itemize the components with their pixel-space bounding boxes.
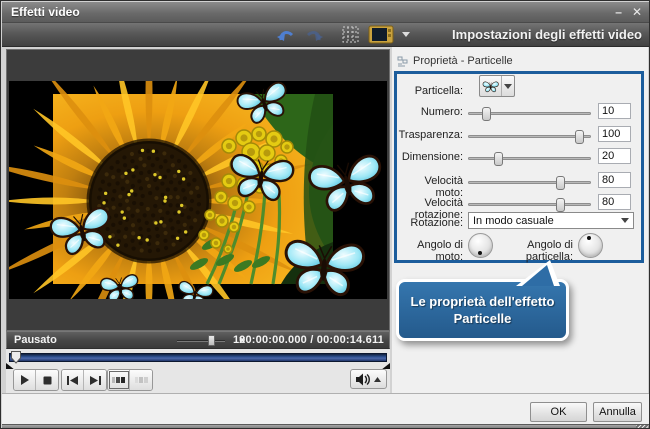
angolo-particella-dial[interactable]	[578, 233, 603, 258]
resize-grip-icon[interactable]	[636, 425, 648, 429]
dimensione-label: Dimensione:	[397, 151, 463, 163]
grid-button[interactable]	[338, 25, 362, 45]
effect-properties-box: Particella: Numero: Trasparenza:	[394, 71, 644, 263]
butterfly-particle	[483, 82, 498, 92]
volume-up-arrow-icon	[374, 377, 381, 382]
monitor-dropdown-button[interactable]	[400, 25, 412, 45]
window-title: Effetti video	[2, 5, 80, 19]
callout-text-line1: Le proprietà dell'effetto	[411, 293, 555, 310]
panel-title: Proprietà - Particelle	[413, 55, 513, 67]
seek-strip	[6, 349, 390, 369]
particle-dropdown[interactable]	[479, 75, 515, 97]
chevron-down-icon	[504, 84, 512, 89]
callout-text-line2: Particelle	[454, 310, 512, 327]
butterfly-icon	[480, 76, 501, 96]
time-display: 00:00:00.000 / 00:00:14.611	[239, 334, 384, 346]
trasparenza-slider-thumb[interactable]	[575, 130, 584, 144]
cancel-button[interactable]: Annulla	[593, 402, 642, 422]
previous-frame-button[interactable]	[62, 370, 84, 390]
play-button[interactable]	[14, 370, 36, 390]
next-frame-button[interactable]	[84, 370, 106, 390]
filmstrip-button-2-disabled[interactable]	[130, 370, 152, 390]
volume-button[interactable]	[350, 369, 387, 389]
numero-label: Numero:	[397, 106, 463, 118]
undo-button[interactable]	[274, 25, 298, 45]
speaker-icon	[356, 373, 371, 386]
effects-dialog-window: Effetti video – ✕	[0, 0, 650, 429]
monitor-icon	[368, 25, 394, 45]
velocita-rotazione-slider-thumb[interactable]	[556, 198, 565, 212]
filmstrip-button-1[interactable]	[108, 370, 130, 390]
filmstrip-icon	[112, 376, 125, 384]
undo-icon	[277, 27, 295, 43]
dimensione-value-input[interactable]	[598, 148, 631, 164]
callout-bubble: Le proprietà dell'effetto Particelle	[396, 279, 569, 341]
toolbar: Impostazioni degli effetti video	[2, 23, 650, 47]
transport-controls	[6, 369, 390, 393]
stop-icon	[43, 376, 52, 385]
trasparenza-label: Trasparenza:	[397, 129, 463, 141]
particle-dropdown-arrow[interactable]	[501, 76, 514, 96]
callout-tail	[514, 258, 562, 287]
filmstrip-icon-disabled	[135, 376, 148, 384]
redo-button[interactable]	[302, 25, 326, 45]
toolbar-heading: Impostazioni degli effetti video	[452, 27, 642, 42]
speed-slider-thumb[interactable]	[208, 335, 215, 346]
velocita-rotazione-value-input[interactable]	[598, 194, 631, 210]
numero-slider-thumb[interactable]	[482, 107, 491, 121]
numero-value-input[interactable]	[598, 103, 631, 119]
chevron-down-icon	[621, 218, 629, 223]
playback-status-bar: Pausato 1x 00:00:00.000 / 00:00:14.611	[6, 331, 390, 349]
velocita-moto-value-input[interactable]	[598, 172, 631, 188]
rotazione-selected-value: In modo casuale	[473, 215, 554, 227]
close-button[interactable]: ✕	[632, 2, 642, 23]
ok-button[interactable]: OK	[530, 402, 587, 422]
seek-bar[interactable]	[9, 353, 387, 362]
properties-panel: Proprietà - Particelle Particella: Numer…	[392, 47, 648, 394]
redo-icon	[305, 27, 323, 43]
speed-slider[interactable]	[177, 332, 225, 348]
footer: OK Annulla	[2, 394, 650, 424]
dimensione-slider[interactable]	[468, 157, 591, 160]
rotazione-dropdown[interactable]: In modo casuale	[468, 212, 634, 229]
grid-icon	[342, 26, 359, 43]
angolo-moto-label: Angolo di moto:	[397, 239, 463, 263]
monitor-button[interactable]	[366, 25, 396, 45]
rotazione-label: Rotazione:	[397, 217, 463, 229]
dial-indicator-dot	[478, 251, 482, 255]
play-icon	[20, 375, 30, 385]
chevron-down-icon	[402, 32, 410, 37]
skip-back-icon	[67, 376, 78, 385]
minimize-button[interactable]: –	[615, 2, 622, 23]
video-preview-panel	[6, 49, 390, 331]
dimensione-slider-thumb[interactable]	[494, 152, 503, 166]
title-bar[interactable]: Effetti video – ✕	[2, 2, 650, 23]
velocita-moto-slider-thumb[interactable]	[556, 176, 565, 190]
skip-forward-icon	[90, 376, 101, 385]
playback-status: Pausato	[7, 334, 57, 346]
velocita-moto-slider[interactable]	[468, 181, 591, 184]
trasparenza-value-input[interactable]	[598, 126, 631, 142]
video-content-sunflower-butterflies	[9, 81, 387, 299]
dial-indicator-dot	[587, 236, 591, 240]
particle-label: Particella:	[397, 85, 463, 97]
stop-button[interactable]	[36, 370, 58, 390]
trasparenza-slider[interactable]	[468, 135, 591, 138]
window-bottom-frame	[2, 424, 650, 429]
panel-header: Proprietà - Particelle	[394, 53, 513, 69]
video-frame[interactable]	[9, 81, 387, 299]
numero-slider[interactable]	[468, 112, 591, 115]
velocita-rotazione-slider[interactable]	[468, 203, 591, 206]
properties-icon	[397, 56, 408, 67]
angolo-moto-dial[interactable]	[468, 233, 493, 258]
